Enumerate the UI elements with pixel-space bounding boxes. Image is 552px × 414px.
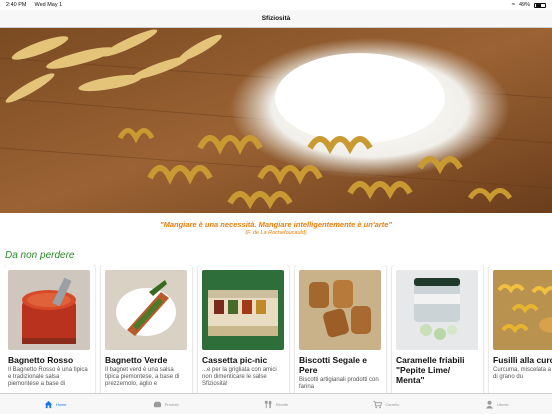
tab-label: Ricette [275,401,289,407]
product-image [493,270,552,350]
section-title: Da non perdere [5,250,75,261]
tab-home[interactable]: Home [0,394,110,414]
tab-cart[interactable]: Carrello [331,394,441,414]
status-bar: 2:40 PM Wed May 1 ≈ 49% [0,0,552,10]
product-card[interactable]: Biscotti Segale e Pere Biscotti artigian… [295,265,386,393]
product-card[interactable]: Bagnetto Verde Il bagnet verd è una sals… [101,265,192,393]
tab-label: Home [55,401,67,407]
product-image [105,270,187,350]
product-carousel[interactable]: Bagnetto Rosso Il Bagnetto Rosso è una t… [4,265,552,393]
product-image [396,270,478,350]
product-image [8,270,90,350]
recipes-icon [264,400,272,408]
navigation-bar: Sfiziosità [0,10,552,28]
product-description: Biscotti artigianali prodotti con farina [299,377,379,391]
product-title: Bagnetto Rosso [8,355,74,365]
cart-icon [373,400,383,408]
quote-block: "Mangiare è una necessità. Mangiare inte… [0,220,552,236]
tab-label: Prodotti [164,401,179,407]
tab-label: Utente [496,401,509,407]
product-card[interactable]: Bagnetto Rosso Il Bagnetto Rosso è una t… [4,265,95,393]
product-description: Curcuma, miscelata a semola di grano du [493,367,552,381]
hero-image [0,28,552,213]
home-icon [44,400,52,408]
tab-bar: Home Prodotti Ricette Carrello Utente [0,393,552,414]
products-icon [153,401,161,407]
status-date: Wed May 1 [34,2,63,8]
user-icon [485,400,494,409]
tab-products[interactable]: Prodotti [110,394,220,414]
product-description: Il bagnet verd è una salsa tipica piemon… [105,367,180,388]
product-title: Bagnetto Verde [105,355,168,365]
quote-author: (F. de La Rochefoucauld) [245,230,307,236]
battery-percent: 49% [518,2,530,8]
product-title: Cassetta pic-nic [202,355,268,365]
quote-text: "Mangiare è una necessità. Mangiare inte… [160,220,392,229]
product-description: ...e per la grigliata con amici non dime… [202,367,277,388]
battery-icon [534,2,546,8]
product-description: Il Bagnetto Rosso è una tipica e tradizi… [8,367,88,388]
wifi-icon: ≈ [511,2,515,8]
product-card[interactable]: Caramelle friabili "Pepite Lime/ Menta" [392,265,483,393]
status-time: 2:40 PM [6,2,27,8]
page-title: Sfiziosità [261,15,291,22]
product-card[interactable]: Fusilli alla curcuma Curcuma, miscelata … [489,265,552,393]
product-card[interactable]: Cassetta pic-nic ...e per la grigliata c… [198,265,289,393]
tab-recipes[interactable]: Ricette [221,394,331,414]
product-title: Caramelle friabili "Pepite Lime/ Menta" [396,355,465,385]
tab-label: Carrello [385,401,400,407]
product-title: Biscotti Segale e Pere [299,355,368,375]
tab-user[interactable]: Utente [442,394,552,414]
product-title: Fusilli alla curcuma [493,355,552,365]
product-image [202,270,284,350]
product-image [299,270,381,350]
